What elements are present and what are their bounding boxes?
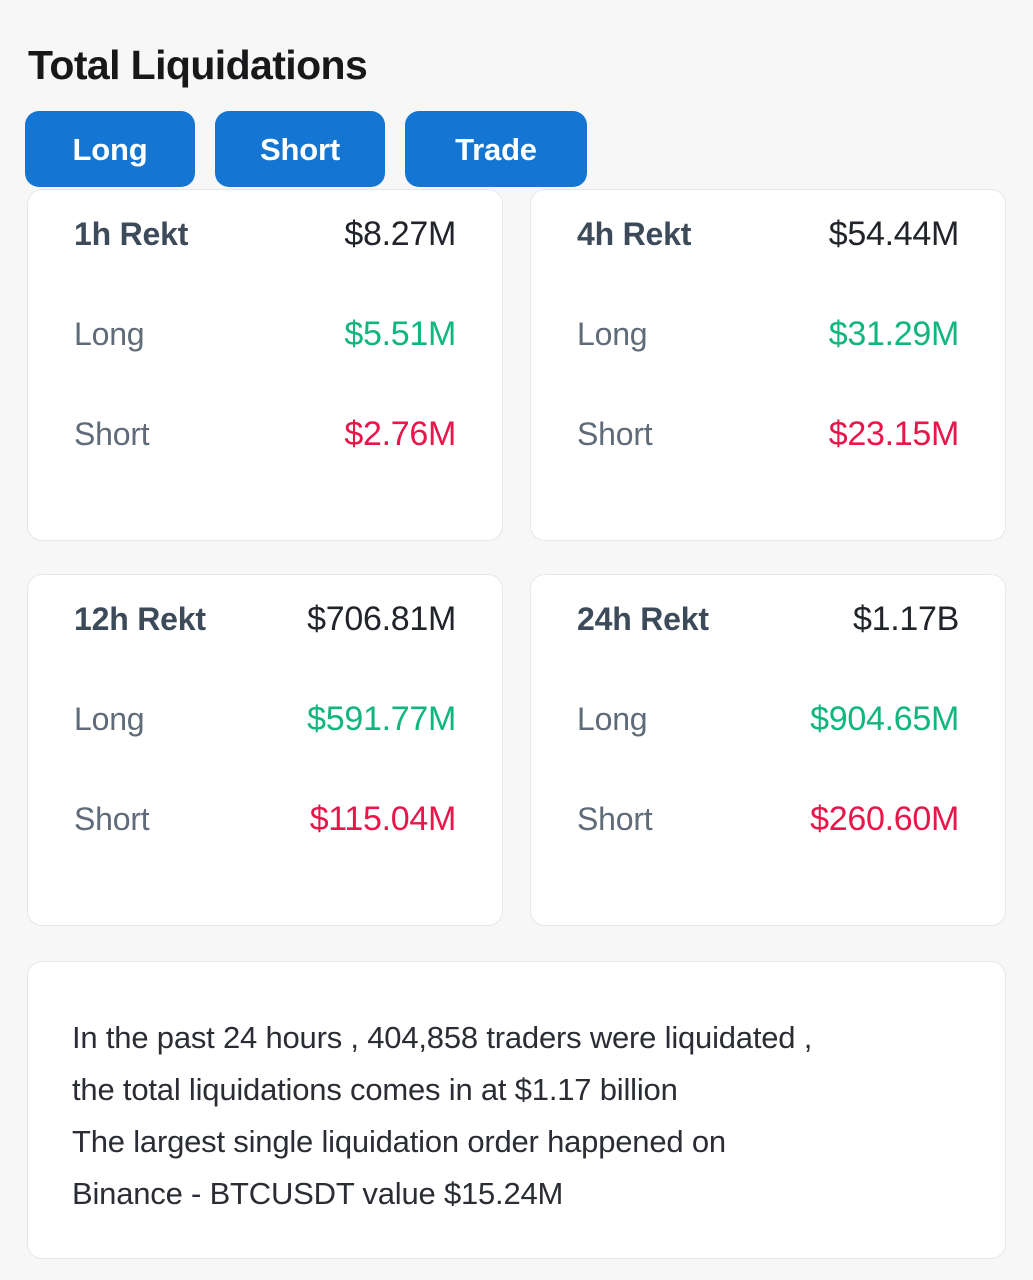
tab-trade[interactable]: Trade: [405, 111, 587, 187]
period-label: 1h Rekt: [74, 216, 189, 252]
long-label: Long: [74, 701, 145, 737]
long-value: $904.65M: [810, 700, 959, 738]
long-value: $5.51M: [344, 315, 456, 353]
short-value: $260.60M: [810, 800, 959, 838]
card-total-row: 4h Rekt $54.44M: [577, 215, 959, 315]
tab-long[interactable]: Long: [25, 111, 195, 187]
card-total-row: 12h Rekt $706.81M: [74, 600, 456, 700]
short-label: Short: [577, 801, 653, 837]
long-label: Long: [74, 316, 145, 352]
short-label: Short: [74, 801, 150, 837]
short-value: $23.15M: [828, 415, 960, 453]
period-label: 24h Rekt: [577, 601, 709, 637]
liquidation-cards-grid: 1h Rekt $8.27M Long $5.51M Short $2.76M …: [27, 189, 1006, 926]
card-short-row: Short $23.15M: [577, 415, 959, 515]
tab-bar: Long Short Trade: [25, 111, 587, 187]
summary-line-2: the total liquidations comes in at $1.17…: [72, 1072, 678, 1107]
summary-card: In the past 24 hours , 404,858 traders w…: [27, 961, 1006, 1259]
short-value: $2.76M: [344, 415, 456, 453]
card-long-row: Long $904.65M: [577, 700, 959, 800]
short-value: $115.04M: [309, 800, 457, 838]
card-short-row: Short $2.76M: [74, 415, 456, 515]
period-label: 4h Rekt: [577, 216, 692, 252]
liquidation-card-12h[interactable]: 12h Rekt $706.81M Long $591.77M Short $1…: [27, 574, 503, 926]
card-short-row: Short $260.60M: [577, 800, 959, 900]
card-long-row: Long $31.29M: [577, 315, 959, 415]
long-label: Long: [577, 701, 648, 737]
total-value: $1.17B: [853, 600, 959, 638]
summary-line-1: In the past 24 hours , 404,858 traders w…: [72, 1020, 813, 1055]
liquidation-card-24h[interactable]: 24h Rekt $1.17B Long $904.65M Short $260…: [530, 574, 1006, 926]
summary-line-3: The largest single liquidation order hap…: [72, 1124, 726, 1159]
liquidation-card-1h[interactable]: 1h Rekt $8.27M Long $5.51M Short $2.76M: [27, 189, 503, 541]
total-value: $706.81M: [307, 600, 456, 638]
card-short-row: Short $115.04M: [74, 800, 456, 900]
liquidation-card-4h[interactable]: 4h Rekt $54.44M Long $31.29M Short $23.1…: [530, 189, 1006, 541]
total-value: $54.44M: [828, 215, 960, 253]
long-value: $591.77M: [307, 700, 456, 738]
summary-line-4: Binance - BTCUSDT value $15.24M: [72, 1176, 564, 1211]
card-total-row: 1h Rekt $8.27M: [74, 215, 456, 315]
total-value: $8.27M: [344, 215, 456, 253]
card-total-row: 24h Rekt $1.17B: [577, 600, 959, 700]
long-label: Long: [577, 316, 648, 352]
page-title: Total Liquidations: [28, 42, 368, 88]
total-liquidations-page: Total Liquidations Long Short Trade 1h R…: [0, 0, 1033, 1280]
period-label: 12h Rekt: [74, 601, 206, 637]
short-label: Short: [577, 416, 653, 452]
summary-text: In the past 24 hours , 404,858 traders w…: [72, 1012, 961, 1220]
long-value: $31.29M: [828, 315, 960, 353]
card-long-row: Long $591.77M: [74, 700, 456, 800]
short-label: Short: [74, 416, 150, 452]
card-long-row: Long $5.51M: [74, 315, 456, 415]
tab-short[interactable]: Short: [215, 111, 385, 187]
